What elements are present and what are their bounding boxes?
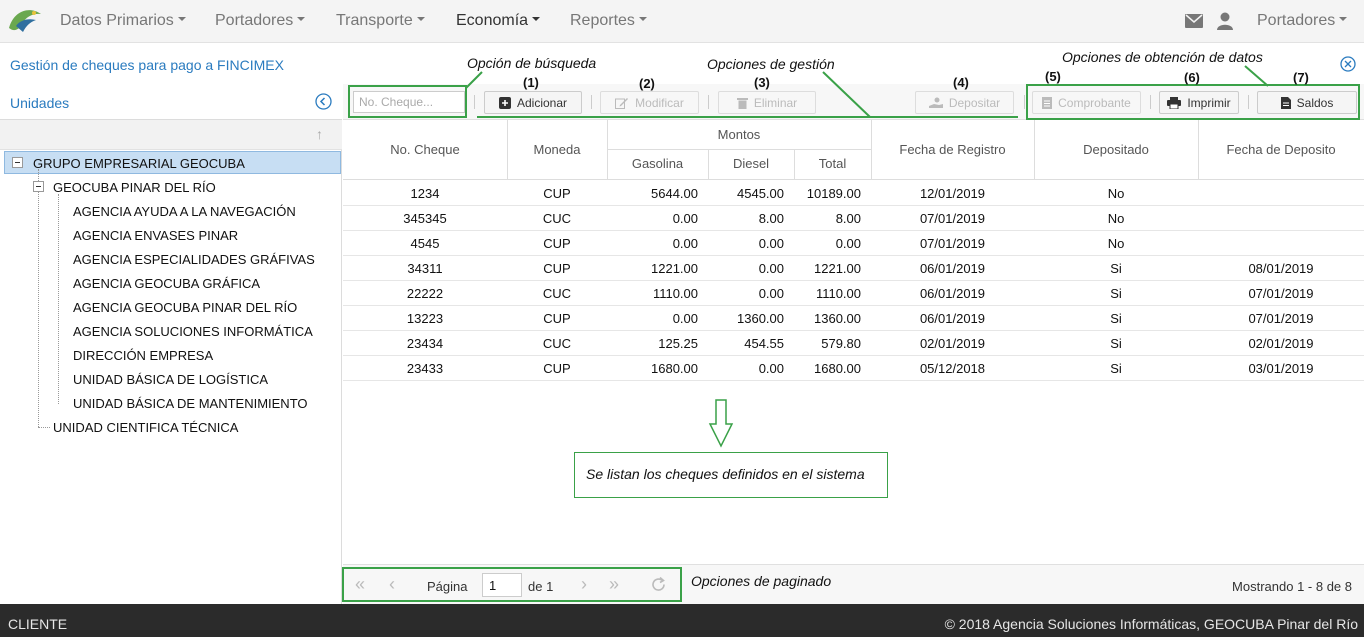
annotation-number: (7) <box>1293 70 1309 85</box>
annotation-paging-label: Opciones de paginado <box>691 573 832 589</box>
annotation-listing-callout: Se listan los cheques definidos en el si… <box>574 452 888 498</box>
annotation-number: (4) <box>953 75 969 90</box>
annotation-listing-label: Se listan los cheques definidos en el si… <box>586 466 865 482</box>
app-root: Datos Primarios Portadores Transporte Ec… <box>0 0 1364 637</box>
annotation-management-label: Opciones de gestión <box>707 56 835 72</box>
annotation-number: (3) <box>754 75 770 90</box>
annotation-search-label: Opción de búsqueda <box>467 55 597 71</box>
annotation-lines <box>465 65 1269 448</box>
annotation-number: (5) <box>1045 69 1061 84</box>
annotation-number: (6) <box>1184 70 1200 85</box>
annotation-number: (1) <box>523 75 539 90</box>
annotation-data-label: Opciones de obtención de datos <box>1062 49 1263 65</box>
annotation-number: (2) <box>639 76 655 91</box>
